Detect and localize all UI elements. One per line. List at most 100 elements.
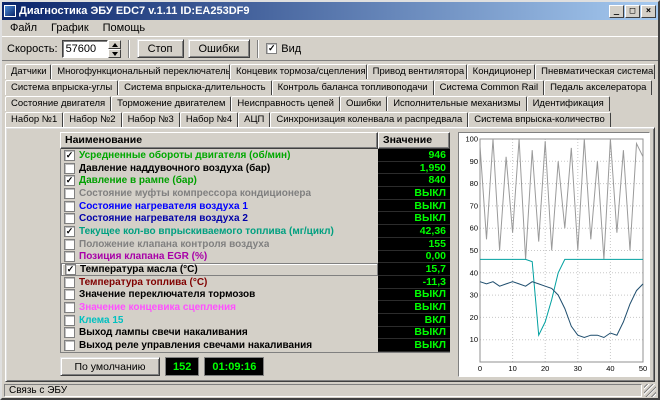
param-value: ВКЛ: [378, 314, 450, 327]
param-value: ВЫКЛ: [378, 200, 450, 213]
table-row[interactable]: Значение переключателя тормозовВЫКЛ: [61, 289, 450, 302]
row-checkbox[interactable]: ✓: [64, 226, 75, 237]
tab-0-4[interactable]: Кондиционер: [467, 64, 536, 79]
view-checkbox[interactable]: ✓: [266, 43, 277, 54]
menu-item-0[interactable]: Файл: [3, 21, 44, 35]
series-dark-signal: [480, 282, 643, 338]
svg-text:10: 10: [508, 364, 516, 373]
row-checkbox[interactable]: [64, 340, 75, 351]
row-checkbox[interactable]: [64, 213, 75, 224]
param-label-cell: ✓Текущее кол-во впрыскиваемого топлива (…: [61, 225, 378, 238]
toolbar-separator: [128, 40, 130, 58]
table-row[interactable]: ✓Усредненные обороты двигателя (об/мин)9…: [61, 149, 450, 162]
param-label-cell: Выход реле управления свечами накаливани…: [61, 339, 378, 352]
table-row[interactable]: ✓Текущее кол-во впрыскиваемого топлива (…: [61, 225, 450, 238]
tab-0-3[interactable]: Привод вентилятора: [367, 64, 467, 79]
table-row[interactable]: ✓Температура масла (°C)15,7: [61, 263, 450, 276]
default-button[interactable]: По умолчанию: [60, 357, 160, 376]
row-checkbox[interactable]: [64, 277, 75, 288]
minimize-button[interactable]: _: [609, 5, 624, 18]
tab-row: Состояние двигателяТорможение двигателем…: [5, 95, 655, 111]
spin-up-icon[interactable]: [108, 40, 121, 49]
row-checkbox[interactable]: ✓: [64, 150, 75, 161]
line-chart: 10203040506070809010001020304050: [459, 133, 649, 376]
row-checkbox[interactable]: [64, 201, 75, 212]
row-checkbox[interactable]: [64, 327, 75, 338]
tab-2-2[interactable]: Неисправность цепей: [231, 96, 340, 111]
param-label-cell: ✓ Давление в рампе (бар): [61, 174, 378, 187]
param-value: 15,7: [378, 263, 450, 276]
table-row[interactable]: Состояние нагревателя воздуха 1ВЫКЛ: [61, 200, 450, 213]
resize-grip[interactable]: [644, 384, 656, 397]
table-row[interactable]: Клема 15ВКЛ: [61, 314, 450, 327]
tab-2-1[interactable]: Торможение двигателем: [111, 96, 231, 111]
row-checkbox[interactable]: [64, 188, 75, 199]
row-checkbox[interactable]: [64, 163, 75, 174]
table-row[interactable]: ✓ Давление в рампе (бар) 840: [61, 174, 450, 187]
param-value: 1,950: [378, 162, 450, 175]
tab-0-2[interactable]: Концевик тормоза/сцепления: [230, 64, 367, 79]
tab-0-5[interactable]: Пневматическая система: [535, 64, 655, 79]
table-row[interactable]: Выход лампы свечи накаливанияВЫКЛ: [61, 327, 450, 340]
table-row[interactable]: Температура топлива (°C)-11,3: [61, 276, 450, 289]
close-button[interactable]: ×: [641, 5, 656, 18]
param-value: 840: [378, 174, 450, 187]
svg-text:100: 100: [465, 135, 478, 144]
tab-1-2[interactable]: Контроль баланса топливоподачи: [272, 80, 434, 95]
row-checkbox[interactable]: [64, 302, 75, 313]
param-label: Значение переключателя тормозов: [79, 289, 255, 300]
tab-1-0[interactable]: Система впрыска-углы: [5, 80, 118, 95]
row-checkbox[interactable]: [64, 315, 75, 326]
table-row[interactable]: Давление наддувочного воздуха (бар)1,950: [61, 162, 450, 175]
tab-1-3[interactable]: Система Common Rail: [434, 80, 544, 95]
session-time: 01:09:16: [204, 357, 264, 376]
tab-3-4[interactable]: АЦП: [238, 112, 270, 127]
param-label: Позиция клапана EGR (%): [79, 251, 207, 262]
menu-item-1[interactable]: График: [44, 21, 96, 35]
tab-3-2[interactable]: Набор №3: [122, 112, 180, 127]
param-value: 946: [378, 149, 450, 162]
tab-3-1[interactable]: Набор №2: [63, 112, 121, 127]
table-row[interactable]: Выход реле управления свечами накаливани…: [61, 339, 450, 352]
toolbar: Скорость: Стоп Ошибки ✓ Вид: [2, 36, 658, 61]
row-checkbox[interactable]: ✓: [64, 175, 75, 186]
maximize-button[interactable]: □: [625, 5, 640, 18]
tab-2-3[interactable]: Ошибки: [340, 96, 387, 111]
table-header: Наименование Значение: [60, 132, 450, 149]
param-label-cell: Давление наддувочного воздуха (бар): [61, 162, 378, 175]
tab-2-5[interactable]: Идентификация: [527, 96, 610, 111]
tab-3-5[interactable]: Синхронизация коленвала и распредвала: [270, 112, 468, 127]
menu-item-2[interactable]: Помощь: [96, 21, 153, 35]
param-label: Давление в рампе (бар): [79, 175, 197, 186]
tab-0-1[interactable]: Многофункциональный переключатель: [51, 64, 230, 79]
tab-1-1[interactable]: Система впрыска-длительность: [118, 80, 271, 95]
row-checkbox[interactable]: [64, 289, 75, 300]
tab-2-4[interactable]: Исполнительные механизмы: [387, 96, 526, 111]
table-row[interactable]: Состояние муфты компрессора кондиционера…: [61, 187, 450, 200]
row-checkbox[interactable]: [64, 239, 75, 250]
table-header-name[interactable]: Наименование: [60, 132, 378, 149]
table-header-value[interactable]: Значение: [378, 132, 450, 149]
speed-spinner: [108, 40, 121, 58]
row-checkbox[interactable]: ✓: [65, 264, 76, 275]
speed-input[interactable]: [62, 40, 108, 58]
errors-button[interactable]: Ошибки: [188, 39, 251, 58]
table-row[interactable]: Положение клапана контроля воздуха155: [61, 238, 450, 251]
table-row[interactable]: Позиция клапана EGR (%)0,00: [61, 251, 450, 264]
tab-2-0[interactable]: Состояние двигателя: [5, 96, 111, 111]
spin-down-icon[interactable]: [108, 49, 121, 58]
tab-0-0[interactable]: Датчики: [5, 64, 51, 79]
tab-3-6[interactable]: Система впрыска-количество: [468, 112, 611, 127]
series-teal-signal: [480, 259, 643, 335]
table-row[interactable]: Значение концевика сцепленияВЫКЛ: [61, 301, 450, 314]
param-value: ВЫКЛ: [378, 187, 450, 200]
app-icon: [4, 5, 16, 17]
row-checkbox[interactable]: [64, 251, 75, 262]
tab-3-0[interactable]: Набор №1: [5, 112, 63, 127]
param-label: Выход реле управления свечами накаливани…: [79, 340, 312, 351]
param-value: -11,3: [378, 276, 450, 289]
stop-button[interactable]: Стоп: [137, 39, 184, 58]
tab-3-3[interactable]: Набор №4: [180, 112, 238, 127]
table-row[interactable]: Состояние нагревателя воздуха 2ВЫКЛ: [61, 212, 450, 225]
tab-1-4[interactable]: Педаль акселератора: [544, 80, 652, 95]
